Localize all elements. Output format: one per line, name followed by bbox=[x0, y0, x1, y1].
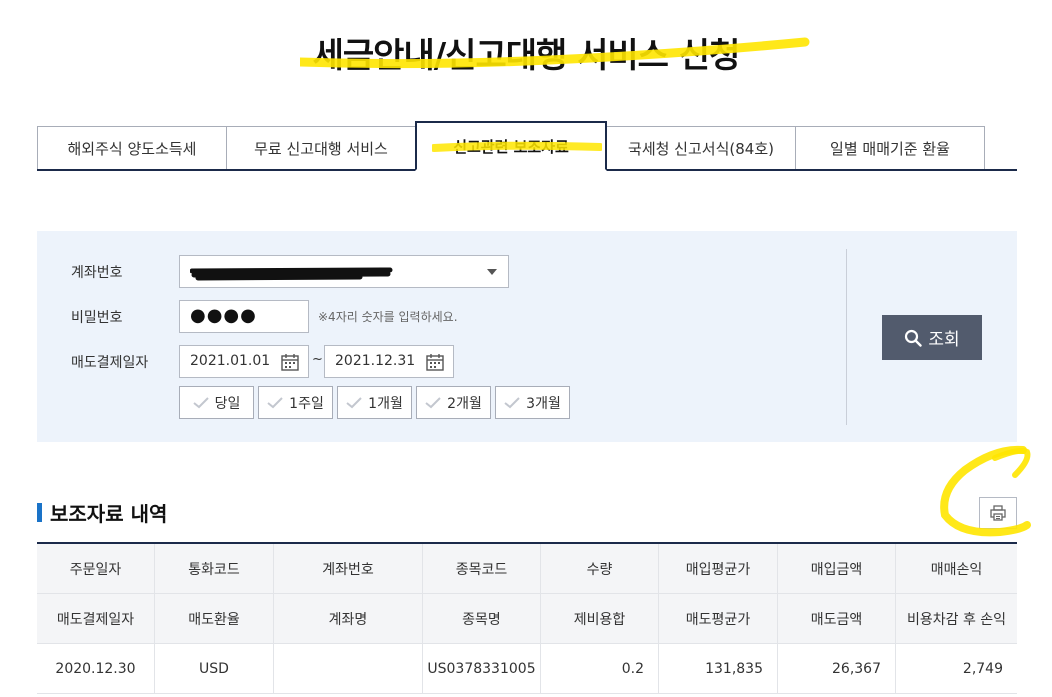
period-label: 1개월 bbox=[368, 395, 403, 412]
search-button[interactable]: 조회 bbox=[882, 315, 982, 360]
table-cell: 2,749 bbox=[896, 644, 1017, 694]
column-header: 통화코드 bbox=[155, 544, 274, 594]
column-header: 종목명 bbox=[423, 594, 541, 644]
section-accent-bar bbox=[37, 503, 42, 522]
chevron-down-icon bbox=[487, 269, 497, 275]
check-icon bbox=[192, 396, 209, 408]
table-cell: 131,835 bbox=[659, 644, 778, 694]
column-header: 종목코드 bbox=[423, 544, 541, 594]
password-label: 비밀번호 bbox=[71, 310, 123, 326]
print-icon bbox=[990, 505, 1006, 521]
section-title: 보조자료 내역 bbox=[50, 502, 168, 526]
column-header: 비용차감 후 손익 bbox=[896, 594, 1017, 644]
tab-overseas-stock-tax[interactable]: 해외주식 양도소득세 bbox=[37, 126, 227, 169]
tab-supporting-data[interactable]: 신고관련 보조자료 bbox=[415, 121, 607, 171]
tab-bar: 해외주식 양도소득세 무료 신고대행 서비스 신고관련 보조자료 국세청 신고서… bbox=[37, 121, 1017, 171]
redaction-mark bbox=[190, 267, 393, 281]
column-header: 계좌번호 bbox=[274, 544, 423, 594]
search-form: 계좌번호 비밀번호 ●●●● ※4자리 숫자를 입력하세요. 매도결제일자 20… bbox=[37, 231, 1017, 442]
table-cell: 0.2 bbox=[541, 644, 659, 694]
column-header: 제비용합 bbox=[541, 594, 659, 644]
period-3month-button[interactable]: 3개월 bbox=[495, 386, 570, 419]
column-header: 매도결제일자 bbox=[37, 594, 155, 644]
settlement-date-label: 매도결제일자 bbox=[71, 355, 149, 371]
tab-free-filing-service[interactable]: 무료 신고대행 서비스 bbox=[226, 126, 416, 169]
period-label: 당일 bbox=[214, 395, 241, 412]
table-header-row: 주문일자 통화코드 계좌번호 종목코드 수량 매입평균가 매입금액 매매손익 bbox=[37, 544, 1017, 594]
column-header: 매도평균가 bbox=[659, 594, 778, 644]
table-cell: 26,367 bbox=[778, 644, 896, 694]
column-header: 매매손익 bbox=[896, 544, 1017, 594]
account-select[interactable] bbox=[179, 255, 509, 288]
column-header: 계좌명 bbox=[274, 594, 423, 644]
column-header: 수량 bbox=[541, 544, 659, 594]
table-row[interactable]: 2020.12.30 USD US0378331005 0.2 131,835 … bbox=[37, 644, 1017, 694]
period-today-button[interactable]: 당일 bbox=[179, 386, 254, 419]
column-header: 주문일자 bbox=[37, 544, 155, 594]
check-icon bbox=[267, 396, 283, 408]
period-1week-button[interactable]: 1주일 bbox=[258, 386, 333, 419]
table-cell: US0378331005 bbox=[423, 644, 541, 694]
print-button[interactable] bbox=[979, 497, 1017, 529]
period-1month-button[interactable]: 1개월 bbox=[337, 386, 412, 419]
column-header: 매도금액 bbox=[778, 594, 896, 644]
check-icon bbox=[425, 396, 441, 408]
form-divider bbox=[846, 249, 847, 425]
date-separator: ~ bbox=[312, 352, 323, 367]
period-label: 1주일 bbox=[289, 395, 324, 412]
table-cell: USD bbox=[155, 644, 274, 694]
column-header: 매입평균가 bbox=[659, 544, 778, 594]
date-from-input[interactable]: 2021.01.01 bbox=[179, 345, 309, 378]
date-to-value: 2021.12.31 bbox=[335, 353, 416, 369]
tab-nts-filing-form[interactable]: 국세청 신고서식(84호) bbox=[606, 126, 796, 169]
tab-daily-exchange-rate[interactable]: 일별 매매기준 환율 bbox=[795, 126, 985, 169]
check-icon bbox=[346, 396, 362, 408]
print-highlight-mark bbox=[940, 445, 1031, 537]
search-button-label: 조회 bbox=[928, 330, 960, 350]
account-label: 계좌번호 bbox=[71, 265, 123, 281]
table-header-row: 매도결제일자 매도환율 계좌명 종목명 제비용합 매도평균가 매도금액 비용차감… bbox=[37, 594, 1017, 644]
password-input[interactable]: ●●●● bbox=[179, 300, 309, 333]
date-from-value: 2021.01.01 bbox=[190, 353, 271, 369]
search-icon bbox=[905, 329, 923, 347]
period-label: 3개월 bbox=[526, 395, 561, 412]
calendar-icon[interactable] bbox=[425, 352, 445, 372]
page-title: 세금안내/신고대행 서비스 신청 bbox=[312, 36, 741, 76]
table-cell bbox=[274, 644, 423, 694]
column-header: 매도환율 bbox=[155, 594, 274, 644]
supporting-data-table: 주문일자 통화코드 계좌번호 종목코드 수량 매입평균가 매입금액 매매손익 매… bbox=[37, 542, 1017, 694]
calendar-icon[interactable] bbox=[280, 352, 300, 372]
period-2month-button[interactable]: 2개월 bbox=[416, 386, 491, 419]
password-hint: ※4자리 숫자를 입력하세요. bbox=[318, 310, 458, 324]
period-label: 2개월 bbox=[447, 395, 482, 412]
check-icon bbox=[504, 396, 520, 408]
date-to-input[interactable]: 2021.12.31 bbox=[324, 345, 454, 378]
table-cell: 2020.12.30 bbox=[37, 644, 155, 694]
column-header: 매입금액 bbox=[778, 544, 896, 594]
